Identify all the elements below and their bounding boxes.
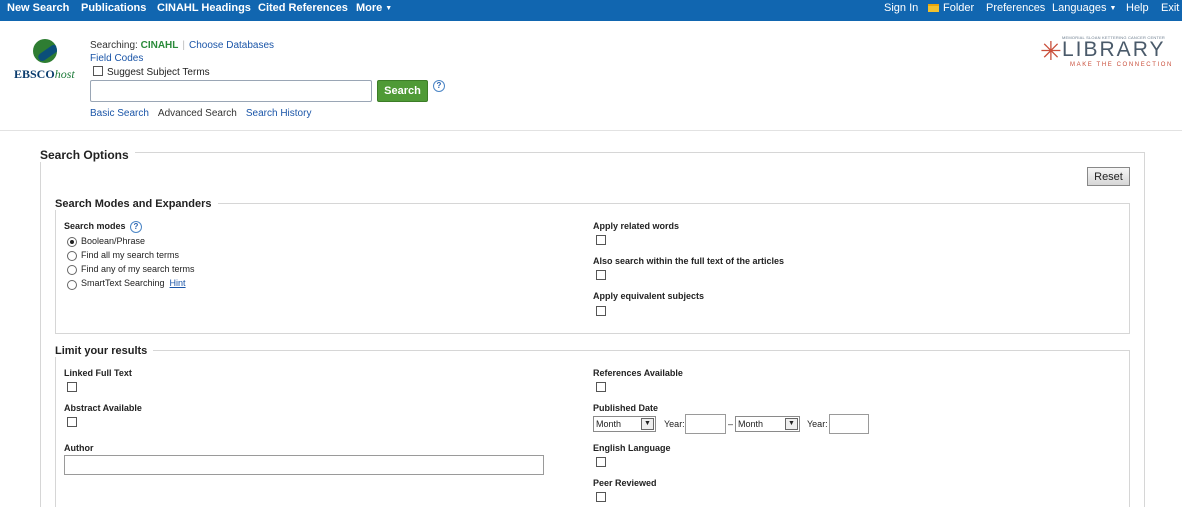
mode-boolean-radio[interactable] [67, 237, 77, 247]
library-logo-tagline: MAKE THE CONNECTION [1070, 62, 1173, 68]
search-button[interactable]: Search [377, 80, 428, 102]
apply-related-words-checkbox[interactable] [596, 235, 606, 245]
nav-more-menu[interactable]: More ▼ [356, 0, 392, 21]
ebscohost-logo[interactable]: EBSCOhost [14, 39, 76, 83]
logo-host: host [54, 67, 75, 81]
ebsco-globe-icon [33, 39, 57, 63]
english-language-checkbox[interactable] [596, 457, 606, 467]
english-language-label: English Language [593, 443, 671, 453]
folder-icon [928, 4, 939, 12]
caret-down-icon: ▼ [1109, 5, 1117, 12]
mode-smarttext-label: SmartText Searching [81, 278, 165, 288]
nav-cinahl-headings[interactable]: CINAHL Headings [157, 0, 251, 21]
mode-smarttext-radio[interactable] [67, 280, 77, 290]
search-type-links: Basic Search Advanced Search Search Histor… [90, 108, 320, 119]
advanced-search-current: Advanced Search [157, 108, 237, 119]
author-input[interactable] [64, 455, 544, 475]
peer-reviewed-label: Peer Reviewed [593, 478, 657, 488]
nav-folder[interactable]: Folder [928, 0, 974, 21]
nav-preferences[interactable]: Preferences [986, 0, 1045, 21]
search-input[interactable] [90, 80, 372, 102]
published-date-from-year-input[interactable] [685, 414, 726, 434]
suggest-subject-terms-label: Suggest Subject Terms [107, 67, 210, 78]
nav-new-search[interactable]: New Search [7, 0, 69, 21]
search-options-title: Search Options [40, 148, 135, 162]
nav-languages-menu[interactable]: Languages ▼ [1052, 0, 1116, 21]
equivalent-subjects-checkbox[interactable] [596, 306, 606, 316]
nav-cited-references[interactable]: Cited References [258, 0, 348, 21]
field-codes-row: Field Codes [90, 53, 143, 64]
suggest-subject-terms-checkbox[interactable] [93, 66, 103, 76]
searching-label: Searching: [90, 40, 138, 51]
chevron-down-icon: ▼ [641, 418, 654, 430]
from-year-label: Year: [664, 419, 685, 429]
linked-full-text-label: Linked Full Text [64, 368, 132, 378]
logo-ebsco: EBSCO [14, 67, 55, 81]
nav-publications[interactable]: Publications [81, 0, 146, 21]
mode-find-all-label: Find all my search terms [81, 250, 180, 260]
published-date-to-month-select[interactable]: Month ▼ [735, 416, 800, 432]
search-options-rule [130, 152, 1145, 153]
author-label: Author [64, 443, 94, 453]
top-navigation-bar: New Search Publications CINAHL Headings … [0, 0, 1182, 21]
hint-link[interactable]: Hint [170, 278, 186, 288]
mode-find-any-label: Find any of my search terms [81, 264, 195, 274]
nav-help[interactable]: Help [1126, 0, 1149, 21]
mode-find-all-radio[interactable] [67, 251, 77, 261]
full-text-search-label: Also search within the full text of the … [593, 256, 785, 266]
from-month-value: Month [596, 419, 622, 429]
nav-languages-label: Languages [1052, 2, 1107, 14]
full-text-search-checkbox[interactable] [596, 270, 606, 280]
date-range-dash: – [728, 419, 734, 429]
linked-full-text-checkbox[interactable] [67, 382, 77, 392]
to-year-label: Year: [807, 419, 828, 429]
searching-line: Searching: CINAHL | Choose Databases [90, 40, 274, 51]
choose-databases-link[interactable]: Choose Databases [189, 40, 274, 51]
search-modes-help-icon[interactable]: ? [130, 221, 142, 233]
field-codes-link[interactable]: Field Codes [90, 53, 143, 64]
references-available-checkbox[interactable] [596, 382, 606, 392]
chevron-down-icon: ▼ [785, 418, 798, 430]
search-header: EBSCOhost Searching: CINAHL | Choose Datab… [0, 21, 1182, 131]
limit-results-title: Limit your results [55, 345, 154, 357]
abstract-available-label: Abstract Available [64, 403, 142, 413]
nav-folder-label: Folder [943, 2, 975, 14]
search-help-icon[interactable]: ? [433, 80, 445, 92]
current-database: CINAHL [140, 40, 179, 51]
separator: | [182, 40, 185, 51]
search-history-link[interactable]: Search History [246, 108, 312, 119]
ebscohost-wordmark: EBSCOhost [14, 67, 75, 82]
library-star-icon: ✳ [1040, 36, 1062, 66]
peer-reviewed-checkbox[interactable] [596, 492, 606, 502]
abstract-available-checkbox[interactable] [67, 417, 77, 427]
apply-related-words-label: Apply related words [593, 221, 680, 231]
mode-find-any-radio[interactable] [67, 265, 77, 275]
library-logo[interactable]: ✳ MEMORIAL SLOAN KETTERING CANCER CENTER… [1038, 35, 1173, 71]
basic-search-link[interactable]: Basic Search [90, 108, 149, 119]
search-modes-title: Search Modes and Expanders [55, 198, 218, 210]
to-month-value: Month [738, 419, 764, 429]
published-date-label: Published Date [593, 403, 659, 413]
nav-more-label: More [356, 2, 383, 14]
references-available-label: References Available [593, 368, 683, 378]
mode-boolean-label: Boolean/Phrase [81, 236, 146, 246]
library-logo-wordmark: LIBRARY [1062, 38, 1166, 61]
suggest-subject-terms-row: Suggest Subject Terms [93, 66, 210, 78]
published-date-from-month-select[interactable]: Month ▼ [593, 416, 656, 432]
nav-sign-in[interactable]: Sign In [884, 0, 918, 21]
caret-down-icon: ▼ [385, 5, 393, 12]
search-modes-label: Search modes [64, 221, 126, 231]
mode-smarttext-row: SmartText Searching Hint [81, 278, 186, 288]
equivalent-subjects-label: Apply equivalent subjects [593, 291, 705, 301]
reset-button[interactable]: Reset [1087, 167, 1130, 186]
published-date-to-year-input[interactable] [829, 414, 869, 434]
nav-exit[interactable]: Exit [1161, 0, 1179, 21]
